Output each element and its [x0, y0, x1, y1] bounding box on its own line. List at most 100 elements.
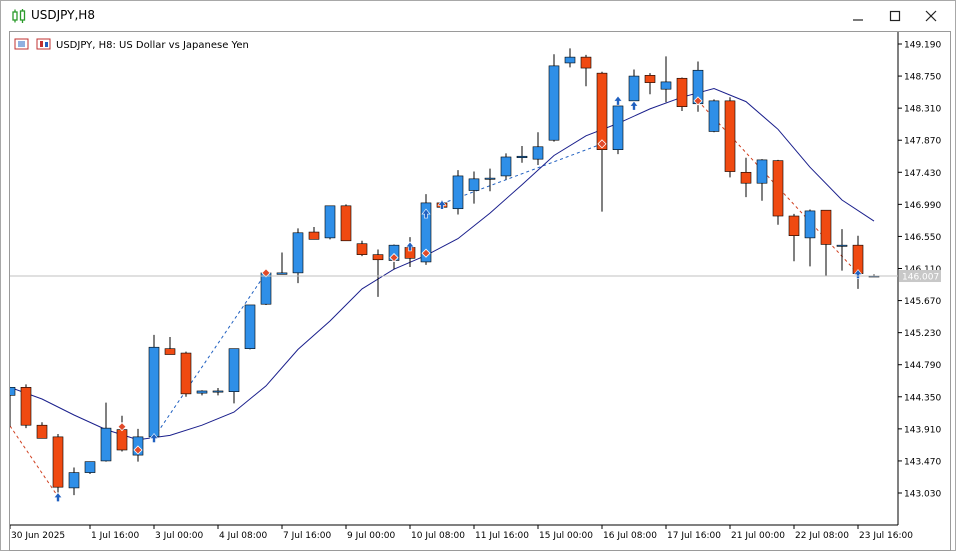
chart-indicator-icon [36, 38, 51, 50]
moving-average [9, 87, 875, 441]
title-bar[interactable]: USDJPY,H8 [1, 1, 955, 31]
candle [564, 48, 576, 68]
y-tick-label: 143.470 [904, 457, 941, 467]
candle [644, 73, 656, 95]
moving-average-line [9, 87, 875, 441]
candle-body [228, 348, 240, 392]
candle-body [84, 461, 96, 473]
x-tick-label: 1 Jul 16:00 [91, 531, 140, 541]
candle [756, 159, 768, 201]
y-tick-label: 143.030 [904, 490, 941, 500]
candle-body [532, 146, 544, 160]
candle [292, 228, 304, 284]
candle [788, 213, 800, 262]
candle-body [276, 272, 288, 275]
trade-levels-icon [14, 38, 29, 50]
candle [164, 337, 176, 355]
x-tick-label: 16 Jul 08:00 [603, 531, 657, 541]
candle [324, 205, 336, 240]
candle [148, 334, 160, 442]
candle-body [4, 387, 16, 396]
minimize-button[interactable] [841, 1, 875, 31]
x-tick-label: 21 Jul 00:00 [731, 531, 785, 541]
candle-body [52, 436, 64, 488]
y-tick-label: 145.670 [904, 297, 941, 307]
candle-body [724, 100, 736, 172]
candle-body [628, 75, 640, 102]
y-tick-label: 143.910 [904, 425, 941, 435]
candle-body [596, 72, 608, 150]
candle-body [100, 427, 112, 462]
candle-body [356, 243, 368, 255]
candlestick-chart[interactable]: USDJPY, H8: US Dollar vs Japanese Yen 14… [4, 32, 950, 550]
candles [4, 48, 880, 502]
y-tick-label: 144.790 [904, 361, 941, 371]
candle [244, 304, 256, 350]
maximize-button[interactable] [878, 1, 912, 31]
x-tick-label: 17 Jul 16:00 [667, 531, 721, 541]
candle-body [20, 387, 32, 426]
candle-body [564, 56, 576, 64]
candle-body [836, 244, 848, 247]
x-tick-label: 30 Jun 2025 [11, 531, 65, 541]
candle [500, 153, 512, 180]
candle [132, 428, 144, 462]
time-axis: 30 Jun 2025 1 Jul 16:00 3 Jul 00:00 4 Jul 0… [9, 525, 913, 541]
candle-body [580, 56, 592, 69]
candle [20, 384, 32, 429]
candle [84, 461, 96, 475]
candle-body [484, 177, 496, 180]
candle [356, 240, 368, 257]
candle-body [36, 424, 48, 439]
candle [484, 168, 496, 192]
candle [740, 157, 752, 198]
y-tick-label: 147.870 [904, 137, 941, 147]
candle [452, 170, 464, 215]
y-tick-label: 149.190 [904, 41, 941, 51]
y-tick-label: 148.310 [904, 105, 941, 115]
candle-body [196, 390, 208, 394]
candle-body [372, 254, 384, 261]
candle [260, 272, 272, 305]
buy-arrow-marker [53, 492, 63, 502]
candle [228, 348, 240, 404]
buy-arrow-marker [629, 100, 639, 111]
y-tick-label: 144.350 [904, 393, 941, 403]
candle [836, 229, 848, 271]
candle [372, 249, 384, 297]
candle-body [756, 159, 768, 184]
y-tick-label: 146.990 [904, 201, 941, 211]
signal-connector [9, 425, 59, 497]
candle-body [468, 178, 480, 191]
chart-area[interactable]: USDJPY, H8: US Dollar vs Japanese Yen 14… [4, 31, 951, 551]
x-tick-label: 3 Jul 00:00 [155, 531, 204, 541]
close-button[interactable] [914, 1, 948, 31]
candle-body [452, 175, 464, 210]
candle [580, 54, 592, 87]
x-tick-label: 7 Jul 16:00 [283, 531, 332, 541]
candle [340, 204, 352, 242]
current-price-label: 146.007 [902, 273, 939, 283]
candle [36, 422, 48, 439]
candle-body [788, 215, 800, 236]
candle-body [164, 348, 176, 355]
candle [852, 235, 864, 289]
y-tick-label: 145.230 [904, 329, 941, 339]
terminal-window: USDJPY,H8 USDJPY, H8: US Dollar vs Japan… [0, 0, 956, 551]
x-tick-label: 4 Jul 08:00 [219, 531, 268, 541]
candle-body [804, 210, 816, 239]
candle [276, 252, 288, 275]
candle-body [612, 105, 624, 150]
candle-body [676, 77, 688, 107]
candlestick-chart-icon [12, 9, 26, 23]
candle-body [660, 81, 672, 90]
y-tick-label: 148.750 [904, 73, 941, 83]
window-title: USDJPY,H8 [31, 8, 95, 22]
candle [532, 132, 544, 165]
signal-markers [53, 95, 863, 502]
candle [708, 99, 720, 133]
candle-body [260, 272, 272, 305]
candle-body [244, 304, 256, 349]
x-tick-label: 22 Jul 08:00 [795, 531, 849, 541]
minimize-icon [853, 19, 863, 21]
